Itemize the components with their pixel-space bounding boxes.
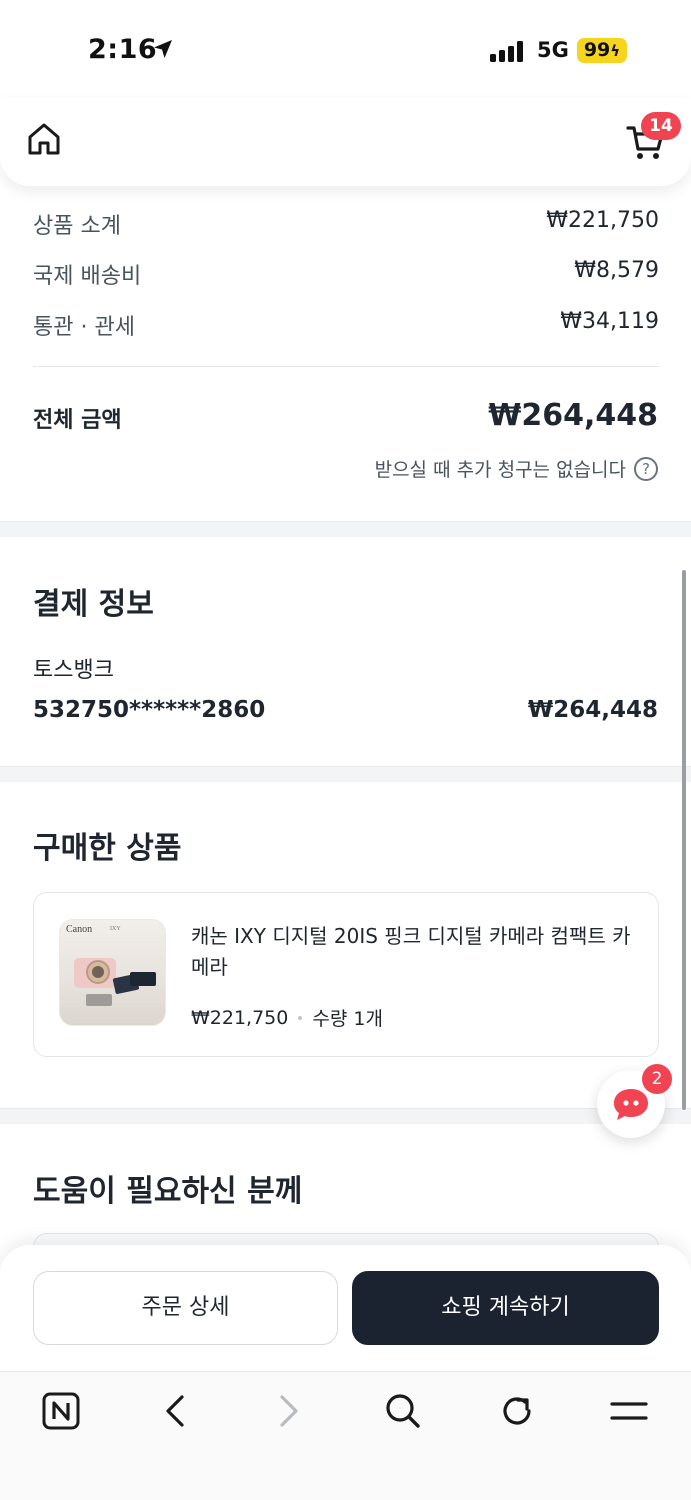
- chat-badge: 2: [642, 1064, 672, 1094]
- meta-separator-dot: [298, 1015, 303, 1020]
- network-type: 5G: [537, 38, 569, 62]
- scrollbar[interactable]: [682, 570, 686, 1110]
- bottom-action-bar: 주문 상세 쇼핑 계속하기: [0, 1245, 691, 1371]
- no-extra-charge-note: 받으실 때 추가 청구는 없습니다 ?: [375, 455, 658, 482]
- section-separator: [0, 1108, 691, 1124]
- charging-bolt-icon: ϟ: [610, 42, 621, 60]
- subtotal-value: ₩221,750: [546, 208, 659, 233]
- battery-level: 99: [583, 39, 611, 61]
- product-name[interactable]: 캐논 IXY 디지털 20IS 핑크 디지털 카메라 컴팩트 카메라: [191, 921, 631, 983]
- customs-label: 통관 · 관세: [33, 315, 135, 340]
- search-icon[interactable]: [384, 1392, 422, 1430]
- menu-icon[interactable]: [610, 1392, 648, 1430]
- status-time: 2:16: [88, 34, 158, 65]
- subtotal-row: 상품 소계 ₩221,750: [33, 208, 659, 240]
- total-label: 전체 금액: [33, 408, 122, 433]
- section-separator: [0, 766, 691, 782]
- section-separator: [0, 521, 691, 537]
- forward-icon: [280, 1395, 298, 1427]
- product-price: ₩221,750: [191, 1006, 289, 1029]
- payment-card-number: 532750******2860: [33, 697, 266, 723]
- cart-count-badge: 14: [641, 112, 681, 140]
- camera-photo: [74, 958, 156, 1006]
- shipping-label: 국제 배송비: [33, 264, 142, 289]
- browser-toolbar: [0, 1371, 691, 1500]
- customs-value: ₩34,119: [560, 309, 659, 334]
- payment-info-title: 결제 정보: [33, 587, 154, 622]
- product-thumbnail: Canon IXY: [59, 919, 166, 1026]
- shipping-row: 국제 배송비 ₩8,579: [33, 258, 659, 290]
- back-icon[interactable]: [160, 1392, 190, 1430]
- shipping-value: ₩8,579: [574, 258, 659, 283]
- naver-n-icon[interactable]: [42, 1392, 80, 1430]
- total-value: ₩264,448: [488, 398, 658, 433]
- top-header: 14: [0, 98, 691, 186]
- note-text: 받으실 때 추가 청구는 없습니다: [374, 459, 626, 481]
- battery-indicator: 99ϟ: [577, 38, 627, 63]
- customs-row: 통관 · 관세 ₩34,119: [33, 309, 659, 341]
- purchased-items-title: 구매한 상품: [33, 831, 182, 866]
- product-card[interactable]: Canon IXY 캐논 IXY 디지털 20IS 핑크 디지털 카메라 컴팩트…: [33, 892, 659, 1057]
- cellular-signal-icon: [490, 40, 523, 62]
- summary-divider: [33, 366, 659, 367]
- payment-bank: 토스뱅크: [33, 658, 114, 683]
- subtotal-label: 상품 소계: [33, 214, 121, 239]
- continue-shopping-button[interactable]: 쇼핑 계속하기: [352, 1271, 659, 1345]
- location-arrow-icon: [154, 40, 172, 58]
- help-circle-icon[interactable]: ?: [634, 456, 658, 481]
- order-detail-button[interactable]: 주문 상세: [33, 1271, 338, 1345]
- home-icon[interactable]: [26, 121, 62, 157]
- status-bar: 2:16 5G 99ϟ: [0, 0, 691, 100]
- refresh-icon[interactable]: [498, 1392, 536, 1430]
- product-meta: ₩221,750 수량 1개: [191, 1004, 383, 1031]
- product-quantity: 수량 1개: [312, 1008, 383, 1030]
- payment-amount: ₩264,448: [527, 697, 658, 723]
- help-section-title: 도움이 필요하신 분께: [33, 1174, 303, 1209]
